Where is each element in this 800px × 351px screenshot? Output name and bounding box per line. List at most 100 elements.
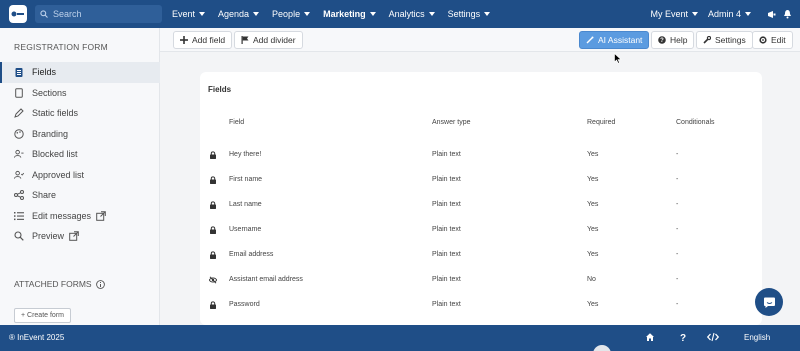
lock-icon — [210, 176, 216, 184]
cell-conditionals: - — [676, 251, 679, 258]
wrench-icon — [703, 36, 711, 44]
chat-support-button[interactable] — [755, 288, 783, 316]
nav-settings[interactable]: Settings — [448, 9, 491, 19]
svg-text:?: ? — [660, 38, 664, 44]
column-conditionals: Conditionals — [676, 119, 715, 126]
top-nav: Search Event Agenda People Marketing Ana… — [0, 0, 800, 28]
table-row[interactable]: Last name Plain text Yes - — [200, 199, 762, 224]
info-icon[interactable] — [95, 279, 105, 289]
lock-icon — [210, 251, 216, 259]
table-row[interactable]: Assistant email address Plain text No - — [200, 274, 762, 299]
nav-marketing[interactable]: Marketing — [323, 9, 376, 19]
nav-agenda[interactable]: Agenda — [218, 9, 260, 19]
sidebar-item-static-fields[interactable]: Static fields — [0, 103, 160, 124]
column-field: Field — [229, 119, 245, 126]
cell-conditionals: - — [676, 226, 679, 233]
table-row[interactable]: Username Plain text Yes - — [200, 224, 762, 249]
sidebar-item-preview[interactable]: Preview — [0, 226, 160, 247]
user-block-icon — [14, 149, 24, 159]
cell-required: Yes — [587, 251, 599, 258]
sidebar-item-label: Static fields — [32, 108, 79, 119]
home-icon[interactable] — [645, 332, 655, 342]
nav-people-label: People — [272, 9, 301, 19]
plus-icon — [180, 36, 188, 44]
cell-required: No — [587, 276, 596, 283]
nav-right: My Event Admin 4 — [650, 0, 792, 28]
add-divider-button[interactable]: Add divider — [234, 31, 303, 49]
panel-title: Fields — [208, 85, 232, 94]
table-row[interactable]: Hey there! Plain text Yes - — [200, 149, 762, 174]
clipboard-icon — [14, 67, 24, 78]
eye-slash-icon — [209, 276, 217, 284]
magic-wand-icon — [586, 36, 594, 44]
sidebar-item-edit-messages[interactable]: Edit messages — [0, 206, 160, 227]
copyright-text: ® InEvent 2025 — [9, 333, 65, 342]
cell-required: Yes — [587, 176, 599, 183]
nav-agenda-label: Agenda — [218, 9, 250, 19]
add-field-button[interactable]: Add field — [173, 31, 233, 49]
lock-icon — [210, 151, 216, 159]
sidebar-item-label: Fields — [32, 67, 57, 78]
main-menu: Event Agenda People Marketing Analytics … — [172, 0, 503, 28]
code-icon[interactable] — [707, 332, 719, 342]
cell-required: Yes — [587, 226, 599, 233]
attached-forms-label: ATTACHED FORMS — [14, 279, 92, 289]
column-answer-type: Answer type — [432, 119, 471, 126]
sidebar-list: Fields Sections Static fields Branding B… — [0, 62, 160, 247]
external-link-icon — [69, 231, 79, 242]
search-icon — [40, 10, 48, 18]
search-icon — [14, 231, 24, 241]
nav-analytics[interactable]: Analytics — [389, 9, 435, 19]
sidebar-item-blocked-list[interactable]: Blocked list — [0, 144, 160, 165]
share-icon — [14, 190, 24, 201]
mouse-cursor-icon — [614, 53, 622, 64]
language-selector[interactable]: English — [744, 333, 770, 342]
cell-answer-type: Plain text — [432, 251, 461, 258]
nav-marketing-label: Marketing — [323, 9, 366, 19]
search-placeholder: Search — [53, 9, 82, 19]
chevron-down-icon — [745, 12, 751, 16]
cell-field: First name — [229, 176, 263, 183]
sidebar-item-label: Blocked list — [32, 149, 78, 160]
nav-event[interactable]: Event — [172, 9, 206, 19]
bell-icon[interactable] — [783, 9, 792, 19]
ai-assistant-button[interactable]: AI Assistant — [579, 31, 650, 49]
sidebar-item-label: Preview — [32, 231, 65, 242]
sidebar-item-branding[interactable]: Branding — [0, 124, 160, 145]
list-icon — [14, 211, 24, 221]
help-button[interactable]: ? Help — [651, 31, 695, 49]
sidebar-heading: REGISTRATION FORM — [14, 42, 108, 52]
sidebar-item-label: Sections — [32, 87, 67, 98]
search-input[interactable]: Search — [35, 5, 162, 23]
toolbar: Add field Add divider AI Assistant ? Hel… — [160, 28, 800, 52]
edit-button[interactable]: Edit — [752, 31, 793, 49]
chevron-down-icon — [691, 12, 698, 16]
admin-menu[interactable]: Admin 4 — [708, 9, 751, 19]
table-row[interactable]: Email address Plain text Yes - — [200, 249, 762, 274]
page-icon — [14, 87, 24, 98]
edit-label: Edit — [771, 35, 786, 45]
question-icon[interactable]: ? — [679, 332, 687, 342]
column-required: Required — [587, 119, 616, 126]
table-row[interactable]: Password Plain text Yes - — [200, 299, 762, 324]
nav-people[interactable]: People — [272, 9, 311, 19]
create-form-button[interactable]: + Create form — [14, 308, 71, 323]
cell-required: Yes — [587, 201, 599, 208]
sidebar-item-approved-list[interactable]: Approved list — [0, 165, 160, 186]
cell-field: Password — [229, 301, 260, 308]
table-row[interactable]: First name Plain text Yes - — [200, 174, 762, 199]
sidebar-item-fields[interactable]: Fields — [0, 62, 160, 83]
megaphone-icon[interactable] — [767, 10, 777, 19]
cell-required: Yes — [587, 301, 599, 308]
my-event-label: My Event — [650, 9, 688, 19]
chat-bubble-icon — [763, 297, 775, 308]
sidebar-item-share[interactable]: Share — [0, 185, 160, 206]
inevent-logo[interactable] — [9, 5, 27, 23]
sidebar-item-label: Edit messages — [32, 210, 92, 221]
settings-button[interactable]: Settings — [696, 31, 753, 49]
my-event-menu[interactable]: My Event — [650, 9, 698, 19]
lock-icon — [210, 226, 216, 234]
sidebar-item-sections[interactable]: Sections — [0, 83, 160, 104]
cell-required: Yes — [587, 151, 599, 158]
pencil-icon — [14, 108, 24, 119]
